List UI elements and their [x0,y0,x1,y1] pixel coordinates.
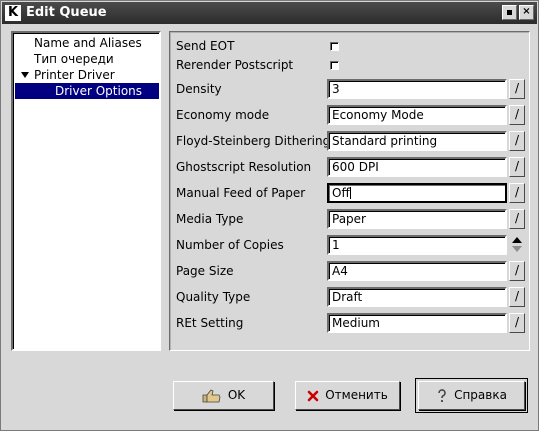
dithering-field[interactable]: Standard printing [327,131,507,151]
density-edit-button[interactable]: / [509,79,525,99]
driver-options-panel: Send EOT Rerender Postscript Density 3 /… [169,31,530,351]
spin-up-icon[interactable] [512,237,522,243]
help-icon [438,388,446,402]
manual-feed-edit-button[interactable]: / [509,183,525,203]
ok-label: OK [227,388,246,402]
page-size-field[interactable]: A4 [327,261,507,281]
tree-item-label: Printer Driver [34,68,115,82]
media-type-label: Media Type [176,212,244,226]
density-label: Density [176,82,222,96]
close-icon: × [522,6,531,17]
kde-logo-icon[interactable]: K [5,5,21,21]
text-caret [349,187,351,199]
help-label: Справка [454,388,507,402]
rerender-postscript-checkbox[interactable] [330,61,339,70]
economy-mode-label: Economy mode [176,108,270,122]
ret-setting-label: REt Setting [176,316,244,330]
close-button[interactable]: × [519,5,534,20]
economy-mode-field[interactable]: Economy Mode [327,105,507,125]
expand-arrow-icon[interactable] [21,72,29,78]
media-type-edit-button[interactable]: / [509,209,525,229]
manual-feed-label: Manual Feed of Paper [176,186,306,200]
send-eot-label: Send EOT [176,39,235,53]
window-title: Edit Queue [26,5,107,20]
copies-label: Number of Copies [176,238,284,252]
media-type-field[interactable]: Paper [327,209,507,229]
manual-feed-value: Off [332,186,350,200]
tree-item-driver-options[interactable]: Driver Options [15,83,159,99]
sticky-button[interactable] [502,5,517,20]
ret-setting-edit-button[interactable]: / [509,313,525,333]
page-size-edit-button[interactable]: / [509,261,525,281]
tree-item-name-and-aliases[interactable]: Name and Aliases [15,35,159,51]
ret-setting-field[interactable]: Medium [327,313,507,333]
section-tree[interactable]: Name and Aliases Тип очереди Printer Dri… [11,31,161,351]
quality-type-field[interactable]: Draft [327,287,507,307]
density-field[interactable]: 3 [327,79,507,99]
resolution-edit-button[interactable]: / [509,157,525,177]
quality-type-edit-button[interactable]: / [509,287,525,307]
copies-spinner[interactable] [509,235,525,255]
edit-queue-dialog: K Edit Queue × Name and Aliases Тип очер… [0,0,539,431]
quality-type-label: Quality Type [176,290,251,304]
copies-field[interactable]: 1 [327,235,507,255]
dithering-label: Floyd-Steinberg Dithering [176,134,331,148]
cancel-label: Отменить [325,388,388,402]
dithering-edit-button[interactable]: / [509,131,525,151]
title-bar[interactable]: K Edit Queue × [2,2,537,24]
ok-button[interactable]: OK [173,381,274,410]
manual-feed-field[interactable]: Off [327,183,507,203]
resolution-field[interactable]: 600 DPI [327,157,507,177]
tree-item-printer-driver[interactable]: Printer Driver [15,67,159,83]
thumbs-up-icon [202,388,221,402]
economy-mode-edit-button[interactable]: / [509,105,525,125]
send-eot-checkbox[interactable] [330,42,339,51]
cancel-button[interactable]: Отменить [295,381,400,410]
cancel-x-icon [307,390,319,401]
tree-item-queue-type[interactable]: Тип очереди [15,51,159,67]
spin-down-icon[interactable] [512,246,522,252]
sticky-icon [507,10,512,15]
resolution-label: Ghostscript Resolution [176,160,312,174]
page-size-label: Page Size [176,264,234,278]
rerender-postscript-label: Rerender Postscript [176,58,294,72]
help-button[interactable]: Справка [415,378,528,413]
